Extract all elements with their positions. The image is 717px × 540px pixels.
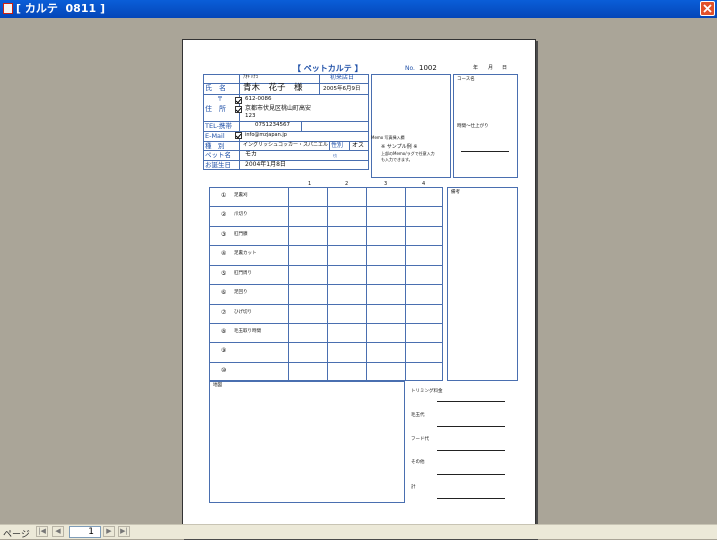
tel-value: 0751234567 bbox=[255, 122, 290, 128]
service-row-5: ⑤ bbox=[221, 270, 227, 277]
service-row-4-label: 足裏カット bbox=[234, 251, 257, 256]
service-row-8: ⑧ bbox=[221, 328, 227, 335]
time-label: 時間～仕上がり bbox=[457, 124, 489, 129]
fee-food-label: フード代 bbox=[411, 437, 429, 442]
service-row-2: ② bbox=[221, 211, 227, 218]
postal-mark: 〒 bbox=[217, 96, 224, 103]
fee-food-line bbox=[437, 450, 505, 451]
form-heading: 【 ペットカルテ 】 bbox=[293, 64, 363, 73]
service-row-1: ① bbox=[221, 192, 227, 199]
memo-note-line1: ※ サンプル例 ※ bbox=[381, 144, 418, 150]
karte-page: 【 ペットカルテ 】 No. 1002 年 月 日 ｱｵｷ ﾊﾅｺ 初来店日 氏… bbox=[182, 39, 536, 539]
fee-total-label: 計 bbox=[411, 485, 416, 490]
memo-note-line2: 上部のMemo/ラグで任意入力 bbox=[381, 151, 435, 156]
service-row-1-label: 足裏刈 bbox=[234, 193, 248, 198]
fee-matting-line bbox=[437, 426, 505, 427]
fee-trimming-label: トリミング料金 bbox=[411, 389, 443, 394]
last-page-icon: ▶| bbox=[120, 527, 128, 535]
service-row-9: ⑨ bbox=[221, 347, 227, 354]
postal-value: 612-0086 bbox=[245, 96, 272, 102]
report-preview-area[interactable]: 【 ペットカルテ 】 No. 1002 年 月 日 ｱｵｷ ﾊﾅｺ 初来店日 氏… bbox=[0, 18, 717, 539]
close-button[interactable] bbox=[700, 1, 715, 16]
email-label: E-Mail bbox=[205, 132, 225, 140]
prev-page-button[interactable]: ◀ bbox=[52, 526, 64, 537]
course-label: コース名 bbox=[457, 77, 475, 82]
email-checkbox[interactable] bbox=[235, 132, 242, 139]
service-row-4: ④ bbox=[221, 250, 227, 257]
service-row-8-label: 毛玉取り時間 bbox=[234, 329, 261, 334]
pet-name-value: モカ bbox=[245, 151, 258, 158]
pet-name-small: ﾓｶ bbox=[333, 153, 337, 158]
birthday-label: お誕生日 bbox=[205, 161, 231, 169]
address-label: 住 所 bbox=[205, 105, 226, 113]
service-row-6: ⑥ bbox=[221, 289, 227, 296]
fee-trimming-line bbox=[437, 401, 505, 402]
first-page-icon: |◀ bbox=[38, 527, 46, 535]
window-titlebar: [ カルテ 0811 ] bbox=[0, 0, 717, 18]
name-label: 氏 名 bbox=[205, 84, 226, 92]
fee-matting-label: 毛玉代 bbox=[411, 413, 425, 418]
service-row-6-label: 足回り bbox=[234, 290, 248, 295]
email-value: info@mzjapan.jp bbox=[245, 132, 287, 138]
date-year-label: 年 bbox=[473, 65, 479, 71]
remarks-label: 備考 bbox=[451, 190, 460, 195]
service-row-3: ③ bbox=[221, 231, 227, 238]
first-page-button[interactable]: |◀ bbox=[36, 526, 48, 537]
record-no-label: No. bbox=[405, 65, 415, 72]
close-icon bbox=[703, 4, 712, 13]
date-month-label: 月 bbox=[488, 65, 494, 71]
access-app-icon[interactable] bbox=[3, 3, 13, 14]
fee-other-line bbox=[437, 474, 505, 475]
service-row-7-label: ひげ切り bbox=[234, 310, 252, 315]
service-row-10: ⑩ bbox=[221, 367, 227, 374]
service-row-3-label: 肛門腺 bbox=[234, 232, 248, 237]
postal-checkbox[interactable] bbox=[235, 97, 242, 104]
memo-note-line3: も入力できます。 bbox=[381, 157, 413, 162]
photo-memo-box bbox=[371, 74, 451, 178]
map-box bbox=[209, 381, 405, 503]
memo-label: Memo 写真挿入欄 bbox=[371, 135, 405, 140]
date-day-label: 日 bbox=[502, 65, 508, 71]
window-title: [ カルテ 0811 ] bbox=[16, 2, 105, 15]
next-page-button[interactable]: ▶ bbox=[103, 526, 115, 537]
sex-value: オス bbox=[352, 142, 365, 149]
service-row-2-label: 爪切り bbox=[234, 212, 248, 217]
page-number-input[interactable]: 1 bbox=[69, 526, 101, 538]
service-row-7: ⑦ bbox=[221, 309, 227, 316]
address-line2: 123 bbox=[245, 113, 256, 119]
next-page-icon: ▶ bbox=[106, 527, 112, 535]
tel-label: TEL-携帯 bbox=[205, 122, 232, 130]
address-line1: 京都市伏見区桃山町高安 bbox=[245, 105, 312, 112]
remarks-box bbox=[447, 187, 518, 381]
service-row-5-label: 肛門周り bbox=[234, 271, 252, 276]
first-visit-label: 初来店日 bbox=[330, 74, 355, 81]
last-page-button[interactable]: ▶| bbox=[118, 526, 130, 537]
name-value: 青木 花子 様 bbox=[243, 83, 303, 93]
birthday-value: 2004年1月8日 bbox=[245, 161, 286, 168]
breed-value: イングリッシュコッカー・スパニエル bbox=[243, 142, 329, 148]
map-label: 地図 bbox=[213, 383, 222, 388]
address-checkbox[interactable] bbox=[235, 106, 242, 113]
furigana-value: ｱｵｷ ﾊﾅｺ bbox=[243, 75, 258, 80]
fee-total-line bbox=[437, 498, 505, 499]
record-navigation-bar: ページ |◀ ◀ 1 ▶ ▶| bbox=[0, 524, 717, 540]
pet-name-label: ペット名 bbox=[205, 151, 231, 159]
breed-label: 種 別 bbox=[205, 142, 225, 150]
prev-page-icon: ◀ bbox=[55, 527, 61, 535]
sex-label: 性別 bbox=[331, 142, 344, 149]
fee-other-label: その他 bbox=[411, 460, 425, 465]
page-label: ページ bbox=[3, 530, 30, 540]
record-no-value: 1002 bbox=[419, 64, 437, 72]
first-visit-value: 2005年6月9日 bbox=[323, 86, 361, 92]
time-line bbox=[461, 151, 509, 152]
